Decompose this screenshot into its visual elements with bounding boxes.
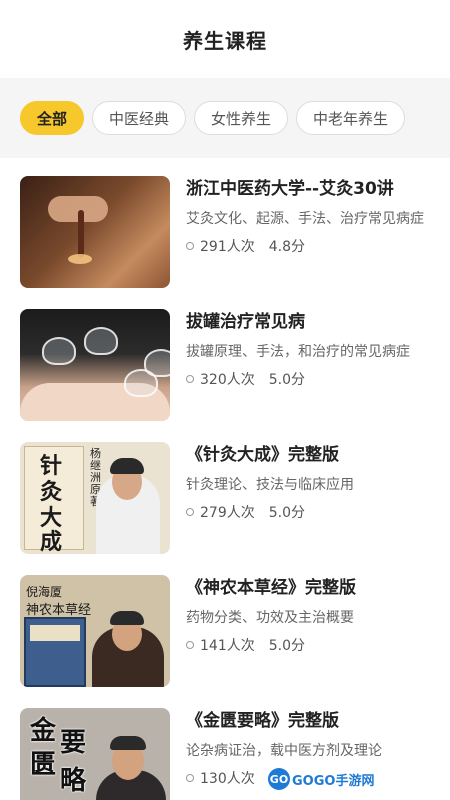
course-title: 《针灸大成》完整版 bbox=[186, 445, 339, 465]
course-views: 130人次 bbox=[200, 771, 255, 787]
calligraphy-char: 要 bbox=[60, 728, 87, 758]
course-score: 4.8分 bbox=[268, 239, 305, 255]
thumbnail-author-text: 倪海厦 bbox=[26, 585, 63, 599]
cup-shape bbox=[144, 349, 170, 377]
course-title: 《金匮要略》完整版 bbox=[186, 711, 339, 731]
course-description: 论杂病证治，载中医方剂及理论 bbox=[186, 743, 382, 759]
course-description: 针灸理论、技法与临床应用 bbox=[186, 477, 354, 493]
course-item-shennong-bencao[interactable]: 倪海厦 神农本草经 《神农本草经》完整版 药物分类、功效及主治概要 141人次 … bbox=[20, 575, 440, 690]
book-label-shape bbox=[30, 625, 80, 641]
course-title: 浙江中医药大学--艾灸30讲 bbox=[186, 179, 394, 199]
cup-shape bbox=[84, 327, 118, 355]
calligraphy-char: 金 bbox=[30, 716, 57, 746]
presenter-hair bbox=[110, 611, 144, 625]
thumbnail-book-text: 神农本草经 bbox=[26, 603, 92, 618]
course-score: 5.0分 bbox=[268, 505, 305, 521]
views-icon bbox=[186, 774, 194, 782]
course-info: 《神农本草经》完整版 药物分类、功效及主治概要 141人次 5.0分 bbox=[170, 575, 424, 690]
course-thumbnail[interactable]: 金 要 匮 略 bbox=[20, 708, 170, 800]
site-watermark: GO GOGO手游网 bbox=[268, 766, 374, 792]
course-title: 拔罐治疗常见病 bbox=[186, 312, 305, 332]
views-icon bbox=[186, 508, 194, 516]
course-meta: 291人次 4.8分 bbox=[186, 236, 424, 256]
moxa-glow-shape bbox=[68, 254, 92, 264]
course-item-jingui-yaolue[interactable]: 金 要 匮 略 《金匮要略》完整版 论杂病证治，载中医方剂及理论 130人次 bbox=[20, 708, 440, 800]
course-thumbnail[interactable]: 倪海厦 神农本草经 bbox=[20, 575, 170, 687]
course-item-cupping[interactable]: 拔罐治疗常见病 拔罐原理、手法，和治疗的常见病症 320人次 5.0分 bbox=[20, 309, 440, 424]
course-score: 5.0分 bbox=[268, 372, 305, 388]
cup-shape bbox=[42, 337, 76, 365]
course-views: 291人次 bbox=[200, 239, 255, 255]
filter-chip-women-health[interactable]: 女性养生 bbox=[194, 101, 289, 135]
course-description: 拔罐原理、手法，和治疗的常见病症 bbox=[186, 344, 410, 360]
course-thumbnail[interactable] bbox=[20, 176, 170, 288]
watermark-text: GOGO手游网 bbox=[292, 773, 375, 789]
presenter-hair bbox=[110, 736, 146, 750]
course-thumbnail[interactable] bbox=[20, 309, 170, 421]
watermark-logo-icon: GO bbox=[268, 768, 290, 790]
course-views: 320人次 bbox=[200, 372, 255, 388]
course-meta: 320人次 5.0分 bbox=[186, 369, 424, 389]
course-meta: 279人次 5.0分 bbox=[186, 502, 424, 522]
filter-chip-tcm-classics[interactable]: 中医经典 bbox=[92, 101, 187, 135]
course-score: 5.0分 bbox=[268, 638, 305, 654]
views-icon bbox=[186, 641, 194, 649]
course-views: 279人次 bbox=[200, 505, 255, 521]
filter-chip-all[interactable]: 全部 bbox=[20, 101, 85, 135]
course-description: 药物分类、功效及主治概要 bbox=[186, 610, 354, 626]
calligraphy-char: 匮 bbox=[30, 750, 57, 780]
course-views: 141人次 bbox=[200, 638, 255, 654]
page-title: 养生课程 bbox=[183, 28, 267, 53]
calligraphy-char: 成 bbox=[40, 529, 63, 554]
course-info: 《针灸大成》完整版 针灸理论、技法与临床应用 279人次 5.0分 bbox=[170, 442, 424, 557]
calligraphy-char: 略 bbox=[60, 766, 87, 796]
views-icon bbox=[186, 375, 194, 383]
presenter-hair bbox=[110, 458, 144, 474]
views-icon bbox=[186, 242, 194, 250]
course-item-moxibustion[interactable]: 浙江中医药大学--艾灸30讲 艾灸文化、起源、手法、治疗常见病症 291人次 4… bbox=[20, 176, 440, 291]
moxa-stick-shape bbox=[78, 210, 84, 258]
course-thumbnail[interactable]: 针 灸 大 成 杨继洲原著 bbox=[20, 442, 170, 554]
course-item-zhenjiu-dacheng[interactable]: 针 灸 大 成 杨继洲原著 《针灸大成》完整版 针灸理论、技法与临床应用 279… bbox=[20, 442, 440, 557]
filter-chip-elderly-health[interactable]: 中老年养生 bbox=[296, 101, 406, 135]
category-filter-bar: 全部 中医经典 女性养生 中老年养生 bbox=[0, 78, 450, 158]
course-description: 艾灸文化、起源、手法、治疗常见病症 bbox=[186, 211, 424, 227]
course-meta: 141人次 5.0分 bbox=[186, 635, 424, 655]
app-header: 养生课程 bbox=[0, 0, 450, 78]
course-info: 拔罐治疗常见病 拔罐原理、手法，和治疗的常见病症 320人次 5.0分 bbox=[170, 309, 424, 424]
course-info: 浙江中医药大学--艾灸30讲 艾灸文化、起源、手法、治疗常见病症 291人次 4… bbox=[170, 176, 424, 291]
course-title: 《神农本草经》完整版 bbox=[186, 578, 356, 598]
